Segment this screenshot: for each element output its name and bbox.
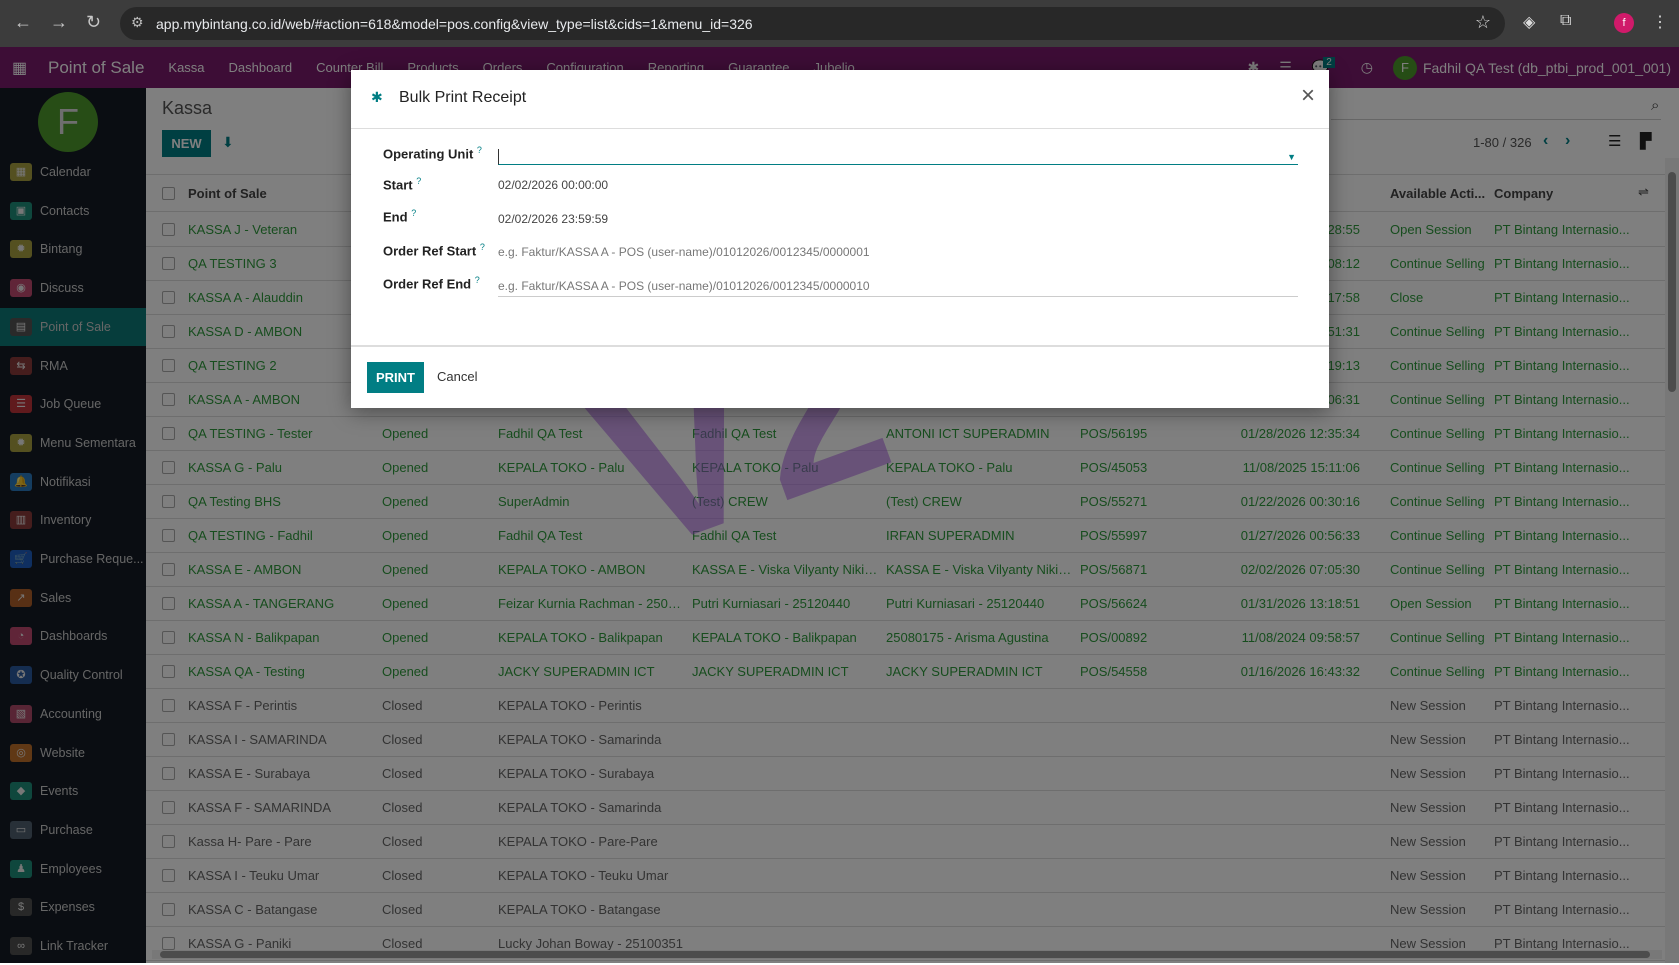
bug-icon: ✱ [371,89,383,105]
browser-toolbar: ← → ↻ ⚙ app.mybintang.co.id/web/#action=… [0,0,1679,47]
profile-avatar[interactable]: f [1614,13,1634,33]
dropdown-caret-icon[interactable]: ▼ [1287,152,1296,162]
bookmark-star-icon[interactable]: ☆ [1475,12,1491,33]
browser-menu-icon[interactable]: ⋮ [1652,12,1668,32]
end-datetime-field[interactable]: 02/02/2026 23:59:59 [498,212,608,226]
start-label: Start ? [383,176,422,193]
order-ref-end-label: Order Ref End ? [383,275,480,292]
start-datetime-field[interactable]: 02/02/2026 00:00:00 [498,178,608,192]
end-label: End ? [383,208,417,225]
order-ref-end-input[interactable]: e.g. Faktur/KASSA A - POS (user-name)/01… [498,279,1298,297]
extension-icon[interactable]: ◈ [1523,12,1535,32]
order-ref-start-input[interactable]: e.g. Faktur/KASSA A - POS (user-name)/01… [498,245,1298,259]
bulk-print-dialog: ✱ Bulk Print Receipt × Operating Unit ? … [351,70,1329,408]
print-button[interactable]: PRINT [367,362,424,393]
dialog-footer-divider [351,345,1329,347]
order-ref-start-label: Order Ref Start ? [383,242,485,259]
dialog-title: Bulk Print Receipt [399,89,527,106]
site-settings-icon[interactable]: ⚙ [131,14,144,31]
reload-icon[interactable]: ↻ [86,12,101,33]
close-icon[interactable]: × [1301,82,1315,110]
forward-icon[interactable]: → [50,12,68,33]
back-icon[interactable]: ← [14,12,32,33]
address-bar[interactable]: ⚙ app.mybintang.co.id/web/#action=618&mo… [120,7,1505,40]
operating-unit-select[interactable]: ▼ [498,149,1298,165]
cancel-button[interactable]: Cancel [437,369,477,384]
operating-unit-label: Operating Unit ? [383,145,482,162]
extensions-puzzle-icon[interactable]: ⧉ [1560,12,1571,30]
url-text[interactable]: app.mybintang.co.id/web/#action=618&mode… [156,16,753,32]
